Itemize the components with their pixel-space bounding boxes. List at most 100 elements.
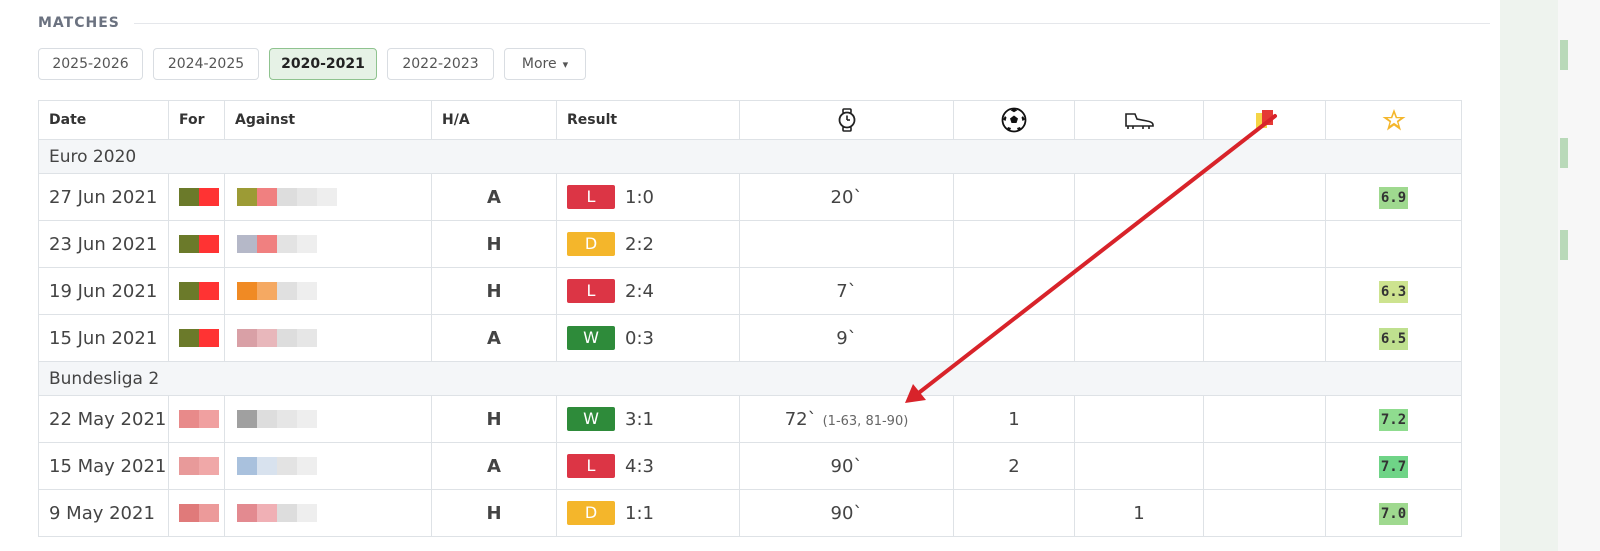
match-score: 2:2 [625,233,654,255]
minutes-value: 20` [830,186,863,208]
competition-name: Euro 2020 [38,139,1462,174]
against-team-logo [224,489,432,537]
rating-badge: 7.7 [1378,455,1409,478]
result-cell: W 3:1 [556,395,740,443]
column-header-assists[interactable] [1074,100,1204,140]
column-header-cards[interactable] [1203,100,1326,140]
section-divider [133,22,1490,24]
goals [953,489,1075,537]
against-team-logo [224,220,432,268]
result-cell: W 0:3 [556,314,740,362]
cards [1203,173,1326,221]
column-header-result[interactable]: Result [556,100,740,140]
match-date: 23 Jun 2021 [38,220,169,268]
column-header-goals[interactable] [953,100,1075,140]
blurred-crest [237,188,337,206]
season-tab-2025-2026[interactable]: 2025-2026 [38,48,143,80]
result-badge: L [567,185,615,209]
sidebar-edge [1558,0,1600,551]
match-score: 2:4 [625,280,654,302]
for-team-logo [168,173,225,221]
rating-badge: 7.2 [1378,408,1409,431]
cards [1203,267,1326,315]
rating-cell: 6.5 [1325,314,1462,362]
for-team-logo [168,395,225,443]
rating-cell: 7.7 [1325,442,1462,490]
home-away: A [431,314,557,362]
column-header-against[interactable]: Against [224,100,432,140]
table-row[interactable]: 23 Jun 2021 H D 2:2 [38,220,1462,268]
blurred-crest [179,235,219,253]
table-row[interactable]: 15 Jun 2021 A W 0:3 9` 6.5 [38,314,1462,362]
column-header-rating[interactable] [1325,100,1462,140]
rating-badge: 6.3 [1378,280,1409,303]
for-team-logo [168,442,225,490]
rating-cell: 7.2 [1325,395,1462,443]
minutes-played: 20` [739,173,954,221]
column-header-minutes[interactable] [739,100,954,140]
result-badge: D [567,232,615,256]
against-team-logo [224,442,432,490]
minutes-detail: (1-63, 81-90) [822,413,909,429]
football-icon [1001,107,1027,133]
result-cell: D 2:2 [556,220,740,268]
sidebar-marker [1560,138,1568,168]
result-badge: L [567,454,615,478]
home-away: H [431,267,557,315]
match-score: 3:1 [625,408,654,430]
table-header-row: Date For Against H/A Result [38,100,1462,140]
blurred-crest [179,504,219,522]
goals: 1 [953,395,1075,443]
table-row[interactable]: 19 Jun 2021 H L 2:4 7` 6.3 [38,267,1462,315]
season-tab-label: 2022-2023 [402,56,479,72]
assists [1074,173,1204,221]
for-team-logo [168,314,225,362]
cards [1203,489,1326,537]
minutes-value: 90` [830,502,863,524]
goals [953,314,1075,362]
cards [1203,220,1326,268]
home-away: H [431,489,557,537]
season-tab-2020-2021[interactable]: 2020-2021 [269,48,377,80]
home-away: H [431,395,557,443]
table-row[interactable]: 22 May 2021 H W 3:1 72` (1-63, 81-90) 1 7.… [38,395,1462,443]
column-header-date[interactable]: Date [38,100,169,140]
against-team-logo [224,267,432,315]
minutes-played: 7` [739,267,954,315]
result-badge: L [567,279,615,303]
rating-cell [1325,220,1462,268]
matches-panel: MATCHES 2025-2026 2024-2025 2020-2021 20… [0,0,1500,551]
blurred-crest [237,410,317,428]
column-header-ha[interactable]: H/A [431,100,557,140]
match-score: 0:3 [625,327,654,349]
blurred-crest [179,410,219,428]
table-row[interactable]: 27 Jun 2021 A L 1:0 20` 6.9 [38,173,1462,221]
rating-cell: 7.0 [1325,489,1462,537]
blurred-crest [179,282,219,300]
star-icon [1382,109,1405,131]
rating-badge [1392,244,1396,250]
minutes-value: 9` [836,327,857,349]
season-tab-2022-2023[interactable]: 2022-2023 [387,48,494,80]
home-away: H [431,220,557,268]
result-badge: W [567,326,615,350]
blurred-crest [237,504,317,522]
column-header-for[interactable]: For [168,100,225,140]
blurred-crest [179,329,219,347]
blurred-crest [237,329,317,347]
table-row[interactable]: 9 May 2021 H D 1:1 90` 1 7.0 [38,489,1462,537]
match-date: 22 May 2021 [38,395,169,443]
match-score: 1:1 [625,502,654,524]
season-tab-2024-2025[interactable]: 2024-2025 [153,48,259,80]
competition-name: Bundesliga 2 [38,361,1462,396]
assists [1074,220,1204,268]
table-row[interactable]: 15 May 2021 A L 4:3 90` 2 7.7 [38,442,1462,490]
cards [1203,395,1326,443]
competition-row: Euro 2020 [38,139,1462,174]
minutes-played: 90` [739,489,954,537]
assists [1074,267,1204,315]
against-team-logo [224,314,432,362]
more-seasons-dropdown[interactable]: More ▾ [504,48,586,80]
season-tabs: 2025-2026 2024-2025 2020-2021 2022-2023 … [38,48,596,80]
season-tab-label: 2020-2021 [281,56,365,72]
